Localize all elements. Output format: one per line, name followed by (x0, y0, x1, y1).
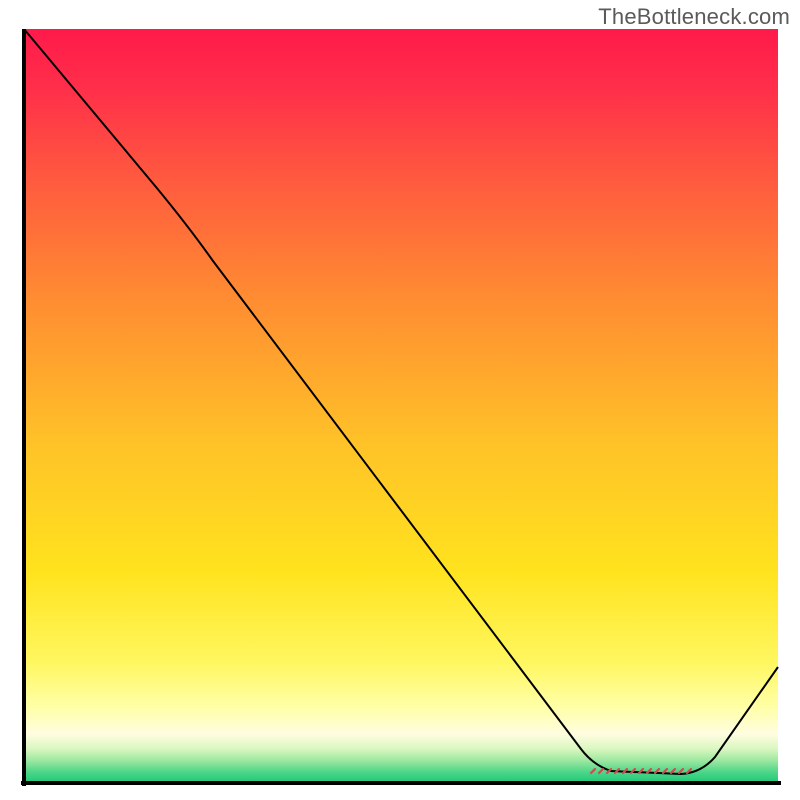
attribution-text: TheBottleneck.com (598, 4, 790, 30)
gradient-plot-area (24, 29, 778, 783)
bottleneck-chart (21, 29, 781, 786)
